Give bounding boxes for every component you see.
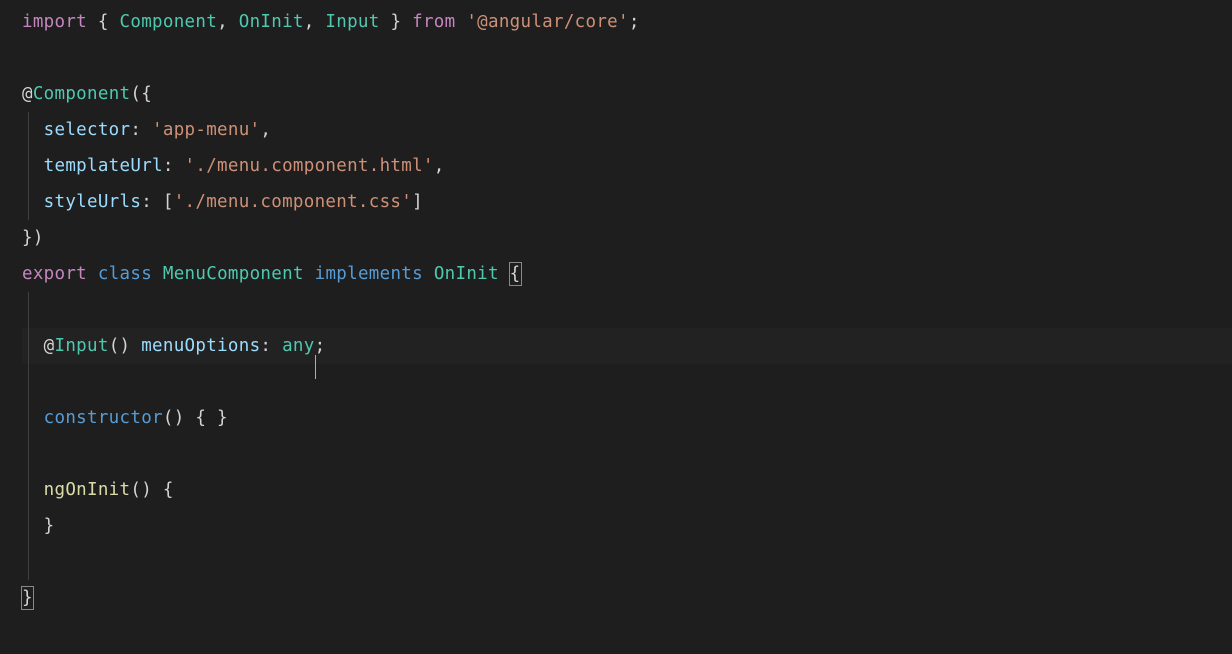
code-line[interactable]: }) <box>22 220 1232 256</box>
code-line[interactable]: @Component({ <box>22 76 1232 112</box>
string-selector: 'app-menu' <box>152 120 260 140</box>
keyword-export: export <box>22 264 87 284</box>
keyword-class: class <box>98 264 152 284</box>
comma: , <box>217 12 239 32</box>
code-line[interactable]: export class MenuComponent implements On… <box>22 256 1232 292</box>
code-line[interactable]: } <box>22 580 1232 616</box>
semicolon: ; <box>629 12 640 32</box>
semicolon: ; <box>315 336 326 356</box>
prop-selector: selector <box>44 120 131 140</box>
keyword-constructor: constructor <box>44 408 163 428</box>
brace-open: { <box>87 12 120 32</box>
string-module: '@angular/core' <box>466 12 629 32</box>
type-any: any <box>282 336 315 356</box>
code-line[interactable]: templateUrl: './menu.component.html', <box>22 148 1232 184</box>
code-line[interactable]: ngOnInit() { <box>22 472 1232 508</box>
method-ngoninit: ngOnInit <box>44 480 131 500</box>
string-styles: './menu.component.css' <box>174 192 412 212</box>
code-line-blank[interactable] <box>22 544 1232 580</box>
type-component: Component <box>120 12 218 32</box>
prop-styleurls: styleUrls <box>44 192 142 212</box>
bracket-match-close: } <box>22 580 33 616</box>
decorator-component: Component <box>33 84 131 104</box>
code-line[interactable]: constructor() { } <box>22 400 1232 436</box>
keyword-import: import <box>22 12 87 32</box>
code-line[interactable]: styleUrls: ['./menu.component.css'] <box>22 184 1232 220</box>
bracket-match-open: { <box>510 256 521 292</box>
code-line[interactable]: selector: 'app-menu', <box>22 112 1232 148</box>
keyword-implements: implements <box>315 264 423 284</box>
keyword-from: from <box>412 12 455 32</box>
classname: MenuComponent <box>163 264 304 284</box>
decorator-at: @ <box>22 84 33 104</box>
code-line-blank[interactable] <box>22 364 1232 400</box>
code-line-blank[interactable] <box>22 40 1232 76</box>
interface-oninit: OnInit <box>434 264 499 284</box>
code-line-active[interactable]: @Input() menuOptions: any; <box>22 328 1232 364</box>
string-template: './menu.component.html' <box>185 156 434 176</box>
prop-menuoptions: menuOptions <box>141 336 260 356</box>
paren-brace-open: ({ <box>130 84 152 104</box>
code-line[interactable]: } <box>22 508 1232 544</box>
brace-close: } <box>380 12 413 32</box>
code-line-blank[interactable] <box>22 436 1232 472</box>
code-line[interactable]: import { Component, OnInit, Input } from… <box>22 4 1232 40</box>
decorator-at: @ <box>44 336 55 356</box>
type-input: Input <box>325 12 379 32</box>
brace-close: } <box>44 516 55 536</box>
type-oninit: OnInit <box>239 12 304 32</box>
brace-paren-close: }) <box>22 228 44 248</box>
decorator-input: Input <box>55 336 109 356</box>
code-line-blank[interactable] <box>22 292 1232 328</box>
comma: , <box>304 12 326 32</box>
code-editor[interactable]: import { Component, OnInit, Input } from… <box>0 0 1232 616</box>
prop-templateurl: templateUrl <box>44 156 163 176</box>
